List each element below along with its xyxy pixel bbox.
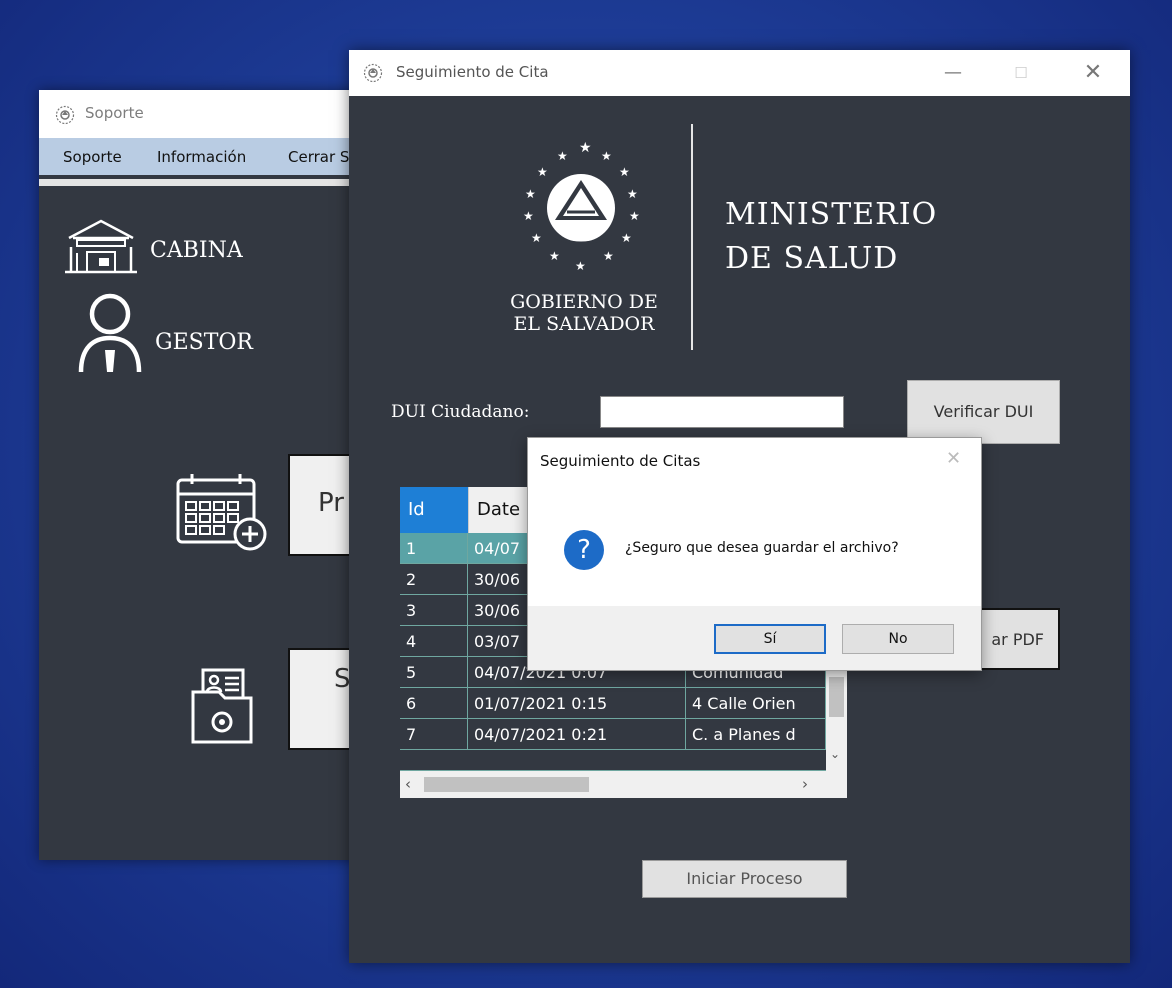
cell-id[interactable]: 2 xyxy=(400,564,468,595)
cabina-icon[interactable] xyxy=(63,218,139,274)
coat-of-arms-icon: ★ ★ ★ ★ ★ ★ ★ ★ ★ ★ ★ ★ ★ ★ xyxy=(523,140,640,273)
maximize-icon[interactable]: ☐ xyxy=(1001,58,1041,88)
logo-divider xyxy=(691,124,693,350)
svg-text:★: ★ xyxy=(629,209,640,223)
ministerio-line1: MINISTERIO xyxy=(725,197,938,232)
nav-gestor[interactable]: GESTOR xyxy=(155,330,253,355)
svg-text:★: ★ xyxy=(619,165,630,179)
cell-id[interactable]: 1 xyxy=(400,533,468,564)
menu-soporte[interactable]: Soporte xyxy=(63,148,122,166)
scroll-left-icon[interactable]: ‹ xyxy=(405,775,411,793)
horizontal-scrollbar[interactable]: ‹ › xyxy=(400,771,847,798)
menu-cerrar-sesion[interactable]: Cerrar S xyxy=(288,148,349,166)
svg-text:★: ★ xyxy=(575,259,586,273)
table-row-partial xyxy=(400,750,826,771)
cell-id[interactable]: 3 xyxy=(400,595,468,626)
start-process-button[interactable]: Iniciar Proceso xyxy=(642,860,847,898)
svg-text:★: ★ xyxy=(549,249,560,263)
dui-input[interactable] xyxy=(600,396,844,428)
svg-text:★: ★ xyxy=(603,249,614,263)
app-seal-icon xyxy=(55,105,75,125)
soporte-menubar: Soporte Información Cerrar S xyxy=(39,138,369,175)
scroll-right-icon[interactable]: › xyxy=(802,775,808,793)
dialog-message: ¿Seguro que desea guardar el archivo? xyxy=(625,540,899,556)
dui-label: DUI Ciudadano: xyxy=(391,402,530,422)
no-button[interactable]: No xyxy=(842,624,954,654)
soporte-title: Soporte xyxy=(85,104,144,122)
yes-button[interactable]: Sí xyxy=(714,624,826,654)
svg-text:★: ★ xyxy=(523,209,534,223)
cita-title: Seguimiento de Cita xyxy=(396,63,549,81)
app-seal-icon xyxy=(363,63,383,83)
calendar-add-icon xyxy=(176,474,267,551)
cell-id[interactable]: 5 xyxy=(400,657,468,688)
svg-text:★: ★ xyxy=(525,187,536,201)
cell-place[interactable]: C. a Planes d xyxy=(686,719,826,750)
horizontal-scroll-thumb[interactable] xyxy=(424,777,589,792)
dialog-close-icon[interactable]: ✕ xyxy=(946,448,961,469)
soporte-titlebar: Soporte xyxy=(39,90,369,138)
svg-text:★: ★ xyxy=(537,165,548,179)
svg-text:★: ★ xyxy=(621,231,632,245)
verify-dui-button[interactable]: Verificar DUI xyxy=(907,380,1060,444)
minimize-icon[interactable]: — xyxy=(933,58,973,88)
svg-text:★: ★ xyxy=(531,231,542,245)
svg-text:★: ★ xyxy=(601,149,612,163)
menu-separator xyxy=(39,179,369,186)
svg-text:★: ★ xyxy=(579,140,592,156)
confirm-dialog: Seguimiento de Citas ✕ ? ¿Seguro que des… xyxy=(527,437,982,671)
cell-id[interactable]: 6 xyxy=(400,688,468,719)
svg-text:★: ★ xyxy=(627,187,638,201)
cell-place[interactable]: 4 Calle Orien xyxy=(686,688,826,719)
folder-record-icon xyxy=(191,668,253,744)
menu-informacion[interactable]: Información xyxy=(157,148,246,166)
nav-cabina[interactable]: CABINA xyxy=(150,238,243,263)
user-icon[interactable] xyxy=(77,290,143,374)
cell-id[interactable]: 7 xyxy=(400,719,468,750)
soporte-window: Soporte Soporte Información Cerrar S CAB… xyxy=(39,90,382,860)
ministerio-line2: DE SALUD xyxy=(725,241,899,276)
gobierno-line1: GOBIERNO DE xyxy=(510,291,658,313)
gobierno-line2: EL SALVADOR xyxy=(513,313,655,335)
vertical-scroll-thumb[interactable] xyxy=(829,677,844,717)
pdf-button[interactable]: ar PDF xyxy=(974,608,1060,670)
cita-titlebar: Seguimiento de Cita — ☐ ✕ xyxy=(349,50,1130,96)
cell-id[interactable]: 4 xyxy=(400,626,468,657)
question-icon: ? xyxy=(564,530,604,570)
svg-text:★: ★ xyxy=(557,149,568,163)
cell-date[interactable]: 04/07/2021 0:21 xyxy=(468,719,686,750)
column-header-id[interactable]: Id xyxy=(400,487,468,533)
scroll-down-icon[interactable]: ⌄ xyxy=(830,747,840,761)
close-icon[interactable]: ✕ xyxy=(1073,58,1113,88)
dialog-title: Seguimiento de Citas xyxy=(540,452,701,470)
cell-date[interactable]: 01/07/2021 0:15 xyxy=(468,688,686,719)
